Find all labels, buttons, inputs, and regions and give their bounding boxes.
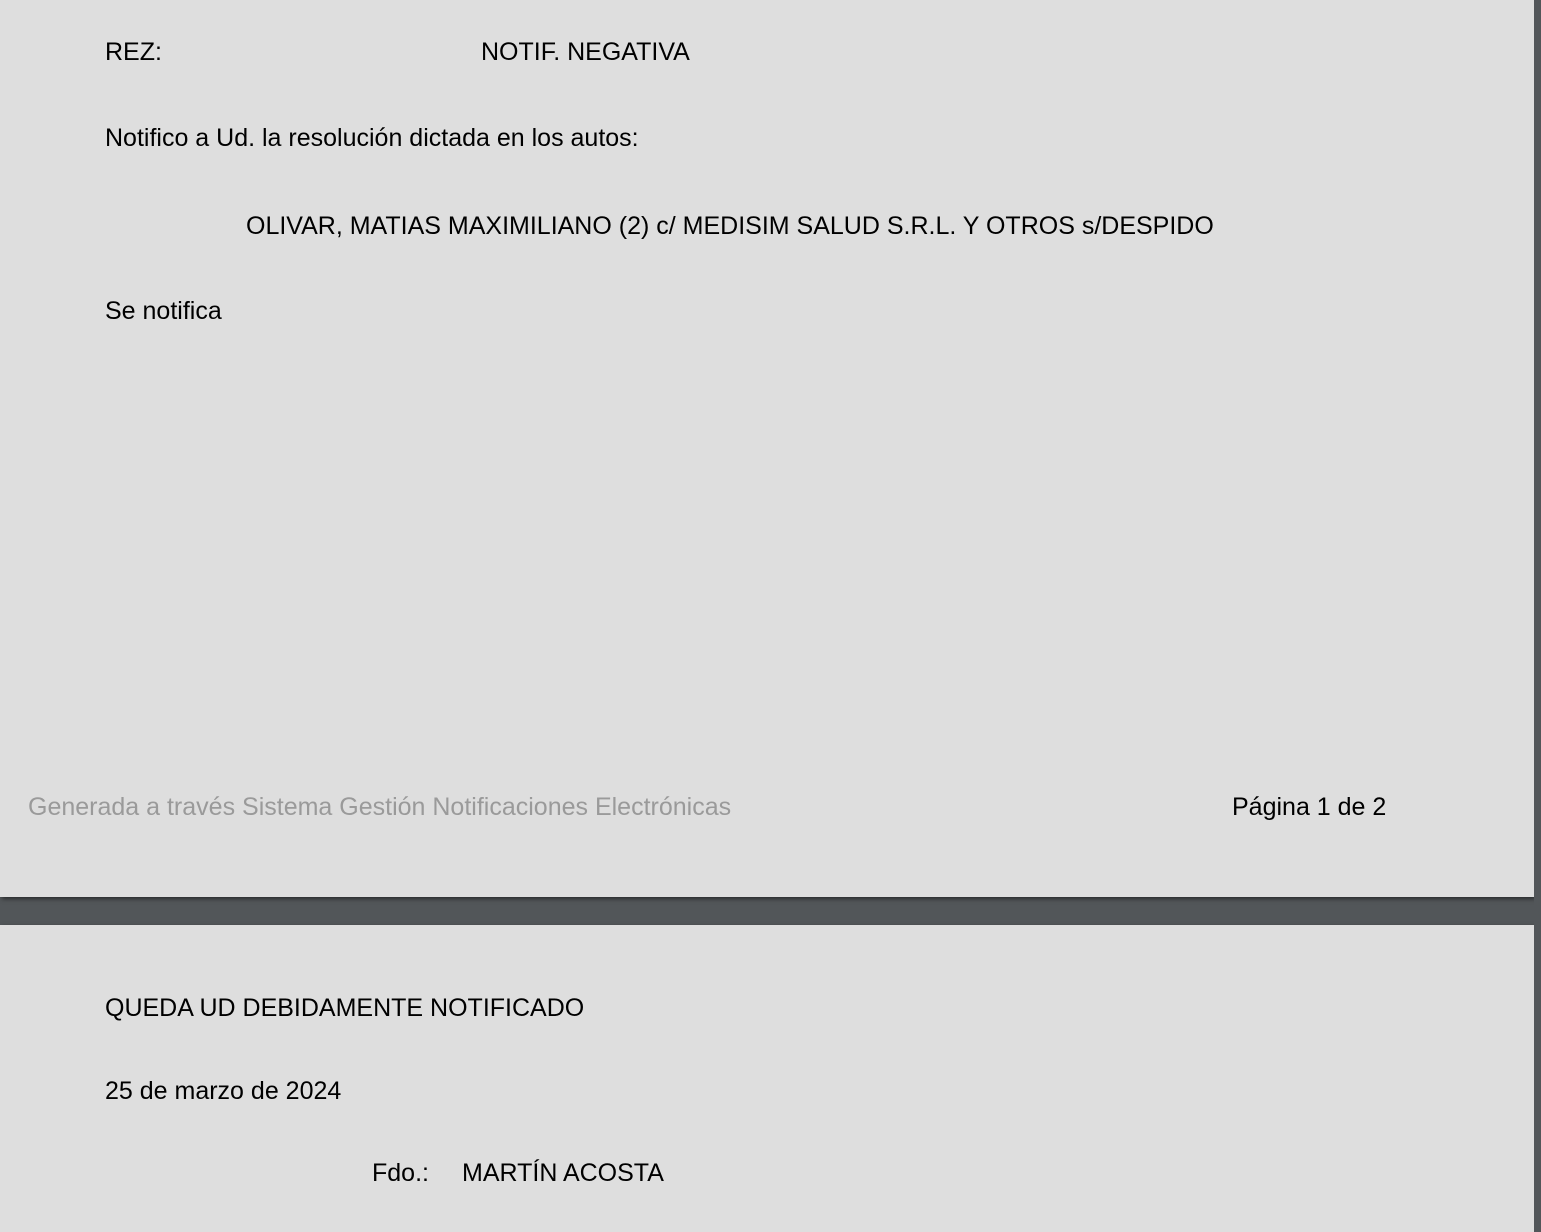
pdf-viewer[interactable]: REZ: NOTIF. NEGATIVA Notifico a Ud. la r… — [0, 0, 1541, 1232]
page-number: Página 1 de 2 — [1232, 793, 1387, 821]
rez-label: REZ: — [105, 38, 162, 66]
date-text: 25 de marzo de 2024 — [105, 1077, 342, 1105]
body-text: Se notifica — [105, 297, 222, 325]
intro-text: Notifico a Ud. la resolución dictada en … — [105, 124, 639, 152]
document-page-2: QUEDA UD DEBIDAMENTE NOTIFICADO 25 de ma… — [0, 925, 1534, 1232]
footer-source: Generada a través Sistema Gestión Notifi… — [28, 793, 732, 821]
signed-name: MARTÍN ACOSTA — [462, 1159, 664, 1187]
rez-value: NOTIF. NEGATIVA — [481, 38, 690, 66]
viewer-right-edge — [1534, 0, 1541, 1232]
closing-text: QUEDA UD DEBIDAMENTE NOTIFICADO — [105, 994, 585, 1022]
case-title: OLIVAR, MATIAS MAXIMILIANO (2) c/ MEDISI… — [246, 212, 1214, 240]
document-page-1: REZ: NOTIF. NEGATIVA Notifico a Ud. la r… — [0, 0, 1534, 897]
signed-label: Fdo.: — [372, 1159, 429, 1187]
